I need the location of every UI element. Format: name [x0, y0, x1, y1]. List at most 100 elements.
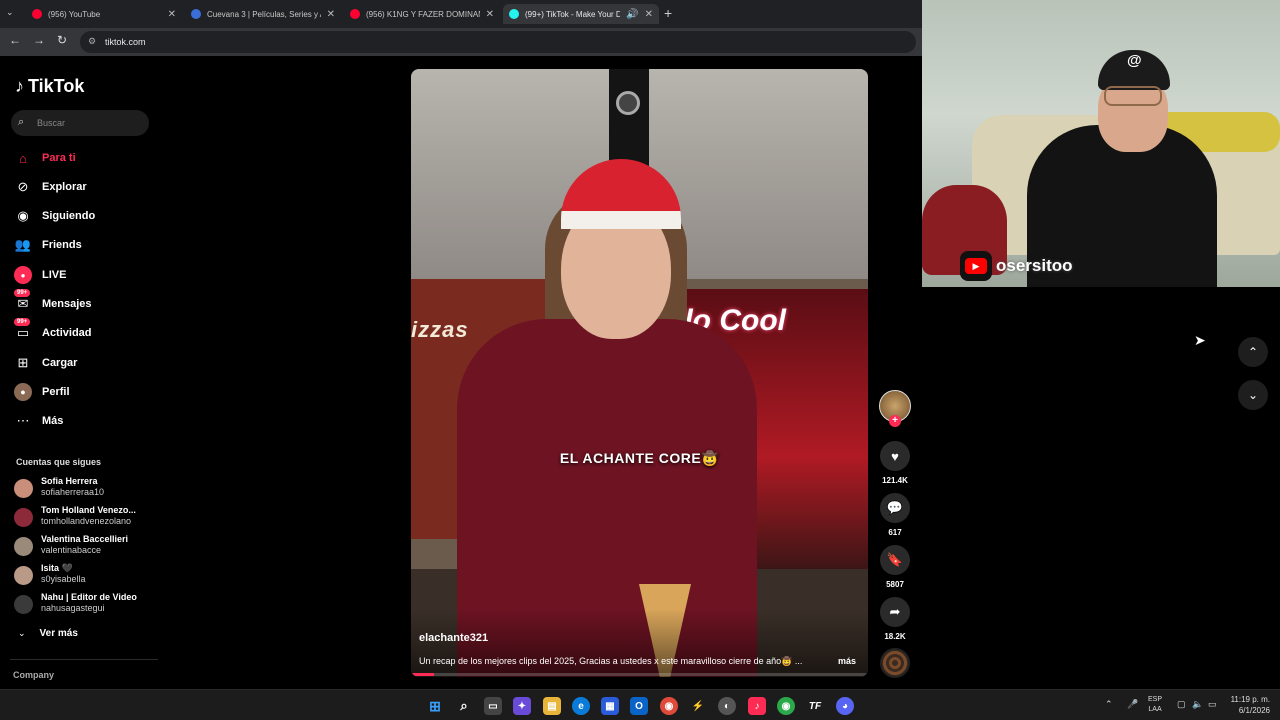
caption-more-button[interactable]: más	[838, 656, 856, 666]
windows-start-icon[interactable]: ⊞	[426, 697, 444, 715]
progress-fill	[411, 673, 434, 676]
speaker-icon[interactable]: 🔊	[626, 9, 638, 20]
followed-account[interactable]: Isita 🖤 s0yisabella	[14, 563, 154, 589]
tab-tiktok[interactable]: (99+) TikTok - Make Your Da 🔊 ✕	[503, 4, 659, 24]
share-count: 18.2K	[884, 632, 906, 641]
search-placeholder: Buscar	[37, 118, 66, 128]
text-app-icon[interactable]: TF	[806, 697, 824, 715]
store-icon[interactable]: ▦	[601, 697, 619, 715]
save-count: 5807	[886, 580, 904, 589]
tab-title: Cuevana 3 | Películas, Series y A	[207, 9, 321, 19]
tiktok-favicon-icon	[509, 9, 519, 19]
tiktok-logo[interactable]: ♪ TikTok	[15, 76, 84, 97]
close-tab-icon[interactable]: ✕	[327, 9, 335, 20]
nav-perfil[interactable]: ● Perfil	[14, 381, 154, 403]
video-caption: Un recap de los mejores clips del 2025, …	[419, 656, 803, 666]
volume-icon[interactable]: 🔈	[1192, 699, 1203, 710]
chrome-icon[interactable]: ◉	[660, 697, 678, 715]
tab-cuevana[interactable]: Cuevana 3 | Películas, Series y A ✕	[185, 4, 341, 24]
nav-para-ti[interactable]: ⌂ Para ti	[14, 147, 154, 169]
following-icon: ◉	[17, 208, 29, 223]
forward-arrow-icon[interactable]: →	[33, 33, 45, 47]
comment-icon: 💬	[886, 500, 904, 515]
account-handle: nahusagastegui	[41, 603, 105, 613]
chrome-profile-icon[interactable]: ◉	[777, 697, 795, 715]
video-author[interactable]: elachante321	[419, 632, 488, 644]
system-clock[interactable]: 11:19 p. m. 6/1/2026	[1226, 694, 1270, 716]
tiktok-app-icon[interactable]: ♪	[748, 697, 766, 715]
close-tab-icon[interactable]: ✕	[168, 9, 176, 20]
comment-button[interactable]: 💬	[880, 493, 910, 523]
webcam-overlay: @ ▶ osersitoo	[922, 0, 1280, 287]
nav-explorar[interactable]: ⊘ Explorar	[14, 176, 154, 198]
home-icon: ⌂	[19, 150, 27, 166]
avatar	[14, 566, 33, 585]
outlook-icon[interactable]: O	[630, 697, 648, 715]
account-name: Nahu | Editor de Video	[41, 592, 137, 602]
search-input[interactable]: ⌕ Buscar	[11, 110, 149, 136]
tab-title: (99+) TikTok - Make Your Da	[525, 9, 621, 19]
mouse-cursor-icon: ➤	[1194, 332, 1206, 348]
heart-icon: ♥	[891, 448, 899, 464]
tab-youtube[interactable]: (956) YouTube ✕	[26, 4, 182, 24]
nav-friends[interactable]: 👥 Friends	[14, 234, 154, 256]
file-explorer-icon[interactable]: ▤	[543, 697, 561, 715]
browser-toolbar: ← → ↻ ⚙ tiktok.com	[0, 28, 922, 56]
followed-account[interactable]: Sofia Herrera sofiaherreraa10	[14, 476, 154, 502]
site-info-icon[interactable]: ⚙	[88, 36, 96, 47]
video-scene-lamp	[616, 91, 640, 115]
video-progress-bar[interactable]	[411, 673, 868, 676]
close-tab-icon[interactable]: ✕	[645, 9, 653, 20]
avatar	[14, 537, 33, 556]
see-more-button[interactable]: ⌄ Ver más	[18, 628, 78, 639]
share-icon: ➦	[889, 604, 901, 619]
nav-cargar[interactable]: ⊞ Cargar	[14, 352, 154, 374]
follow-plus-icon[interactable]: +	[889, 415, 901, 427]
close-tab-icon[interactable]: ✕	[486, 9, 494, 20]
obs-icon[interactable]: ◐	[718, 697, 736, 715]
video-player[interactable]: izzas llo Cool EL ACHANTE CORE🤠 elachant…	[411, 69, 868, 677]
new-tab-plus-icon[interactable]: +	[664, 5, 672, 21]
share-button[interactable]: ➦	[880, 597, 910, 627]
account-handle: sofiaherreraa10	[41, 487, 105, 497]
tab-youtube-2[interactable]: (956) K1NG Y FAZER DOMINAN ✕	[344, 4, 500, 24]
nav-label: Mensajes	[42, 298, 92, 310]
battery-icon[interactable]: ▭	[1208, 699, 1217, 710]
nav-actividad[interactable]: ▭ 99+ Actividad	[14, 318, 154, 344]
copilot-icon[interactable]: ✦	[513, 697, 531, 715]
company-link[interactable]: Company	[13, 670, 54, 680]
language-indicator[interactable]: ESP LAA	[1148, 695, 1162, 715]
microphone-icon[interactable]: 🎤	[1127, 699, 1138, 710]
like-button[interactable]: ♥	[880, 441, 910, 471]
notification-badge: 99+	[14, 318, 31, 326]
discord-icon[interactable]: ◕	[836, 697, 854, 715]
address-bar[interactable]: ⚙ tiktok.com	[80, 31, 916, 53]
friends-icon: 👥	[14, 237, 32, 252]
followed-account[interactable]: Tom Holland Venezo... tomhollandvenezola…	[14, 505, 154, 531]
clock-time: 11:19 p. m.	[1230, 695, 1270, 704]
video-overlay-text: EL ACHANTE CORE🤠	[559, 450, 720, 466]
nav-mensajes[interactable]: ✉ 99+ Mensajes	[14, 289, 154, 315]
reload-icon[interactable]: ↻	[57, 33, 67, 47]
tray-overflow-chevron-icon[interactable]: ⌃	[1105, 699, 1113, 710]
account-handle: tomhollandvenezolano	[41, 516, 132, 526]
followed-account[interactable]: Nahu | Editor de Video nahusagastegui	[14, 592, 154, 618]
nav-live[interactable]: ● LIVE	[14, 264, 154, 286]
edge-icon[interactable]: e	[572, 697, 590, 715]
nav-mas[interactable]: ⋯ Más	[14, 410, 154, 432]
next-video-button[interactable]: ⌄	[1238, 380, 1268, 410]
account-name: Sofia Herrera	[41, 476, 98, 486]
search-icon[interactable]: ⌕	[455, 697, 473, 715]
network-icon[interactable]: ▢	[1177, 699, 1186, 710]
nav-siguiendo[interactable]: ◉ Siguiendo	[14, 205, 154, 227]
app-icon[interactable]: ⚡	[689, 697, 707, 715]
music-disc-icon[interactable]	[880, 648, 910, 678]
tab-search-chevron-icon[interactable]: ⌄	[6, 7, 14, 18]
tiktok-note-icon: ♪	[15, 76, 24, 96]
task-view-icon[interactable]: ▭	[484, 697, 502, 715]
followed-account[interactable]: Valentina Baccellieri valentinabacce	[14, 534, 154, 560]
comment-count: 617	[888, 528, 902, 537]
back-arrow-icon[interactable]: ←	[9, 33, 21, 47]
save-button[interactable]: 🔖	[880, 545, 910, 575]
previous-video-button[interactable]: ⌃	[1238, 337, 1268, 367]
